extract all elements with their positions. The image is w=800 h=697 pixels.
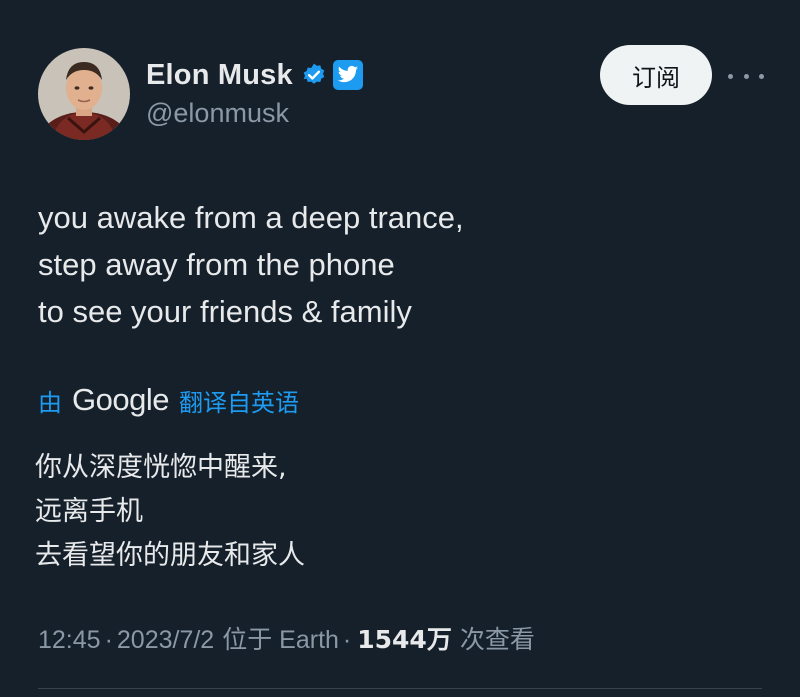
more-icon[interactable] (728, 62, 764, 90)
translation-attribution: 由 Google 翻译自英语 (38, 378, 299, 422)
subscribe-button[interactable]: 订阅 (600, 45, 712, 105)
tweet-time[interactable]: 12:45 (38, 626, 101, 655)
tweet-meta: 12:45 · 2023/7/2 位于 Earth · 1544万 次查看 (38, 620, 535, 656)
tweet-card: Elon Musk @elonmusk 订阅 you awake from a … (0, 0, 800, 697)
meta-separator: · (342, 626, 352, 654)
translated-from-english-link[interactable]: 翻译自英语 (179, 383, 299, 418)
translation-by-label: 由 (38, 388, 62, 417)
translated-text-line: 你从深度恍惚中醒来, (35, 452, 287, 483)
more-dot (728, 73, 733, 79)
divider (38, 688, 762, 689)
avatar[interactable] (38, 48, 130, 140)
translated-text: 你从深度恍惚中醒来, 远离手机 去看望你的朋友和家人 (35, 446, 305, 578)
tweet-text: you awake from a deep trance, step away … (38, 194, 464, 335)
tweet-text-line: step away from the phone (38, 247, 395, 282)
avatar-image (38, 48, 130, 140)
tweet-location: 位于 Earth (222, 626, 339, 654)
google-logo: Google (72, 382, 169, 417)
views-label: 次查看 (459, 625, 535, 654)
translated-text-line: 远离手机 (35, 496, 143, 527)
author-handle[interactable]: @elonmusk (146, 98, 289, 129)
verified-badge-icon[interactable] (301, 62, 327, 88)
more-dot (759, 73, 764, 79)
author-name-row: Elon Musk (146, 56, 363, 94)
tweet-text-line: to see your friends & family (38, 294, 412, 329)
tweet-date[interactable]: 2023/7/2 (117, 626, 214, 655)
translated-text-line: 去看望你的朋友和家人 (35, 540, 305, 571)
meta-separator: · (104, 626, 113, 654)
author-display-name[interactable]: Elon Musk (146, 59, 293, 92)
tweet-text-line: you awake from a deep trance, (38, 200, 464, 235)
views-count: 1544万 (357, 625, 452, 654)
twitter-bird-icon[interactable] (332, 60, 363, 90)
more-dot (743, 73, 749, 79)
